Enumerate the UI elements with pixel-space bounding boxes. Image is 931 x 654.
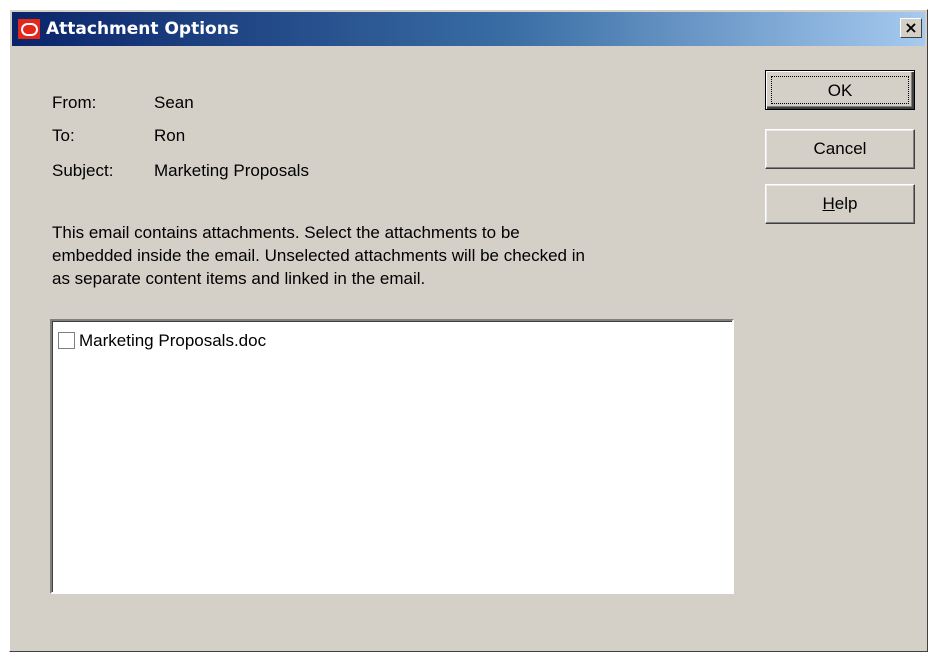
title-bar[interactable]: Attachment Options × — [12, 12, 925, 46]
help-button[interactable]: Help — [765, 184, 915, 224]
to-label: To: — [52, 126, 75, 145]
from-label: From: — [52, 93, 97, 112]
oracle-logo-icon — [18, 19, 40, 39]
ok-button[interactable]: OK — [765, 70, 915, 110]
subject-value: Marketing Proposals — [154, 161, 309, 180]
cancel-button[interactable]: Cancel — [765, 129, 915, 169]
attachments-list[interactable]: Marketing Proposals.doc — [50, 319, 734, 594]
ok-button-label: OK — [771, 76, 909, 104]
attachment-options-dialog: Attachment Options × From: Sean To: Ron … — [9, 9, 928, 652]
subject-label: Subject: — [52, 161, 114, 180]
to-value: Ron — [154, 126, 186, 145]
from-value: Sean — [154, 93, 194, 112]
attachment-checkbox[interactable] — [58, 332, 75, 349]
instruction-text: This email contains attachments. Select … — [52, 223, 585, 288]
help-button-label: elp — [834, 194, 858, 213]
dialog-title: Attachment Options — [46, 19, 239, 39]
attachment-name: Marketing Proposals.doc — [79, 331, 267, 350]
help-accelerator: H — [822, 194, 835, 213]
close-button[interactable]: × — [900, 18, 922, 38]
